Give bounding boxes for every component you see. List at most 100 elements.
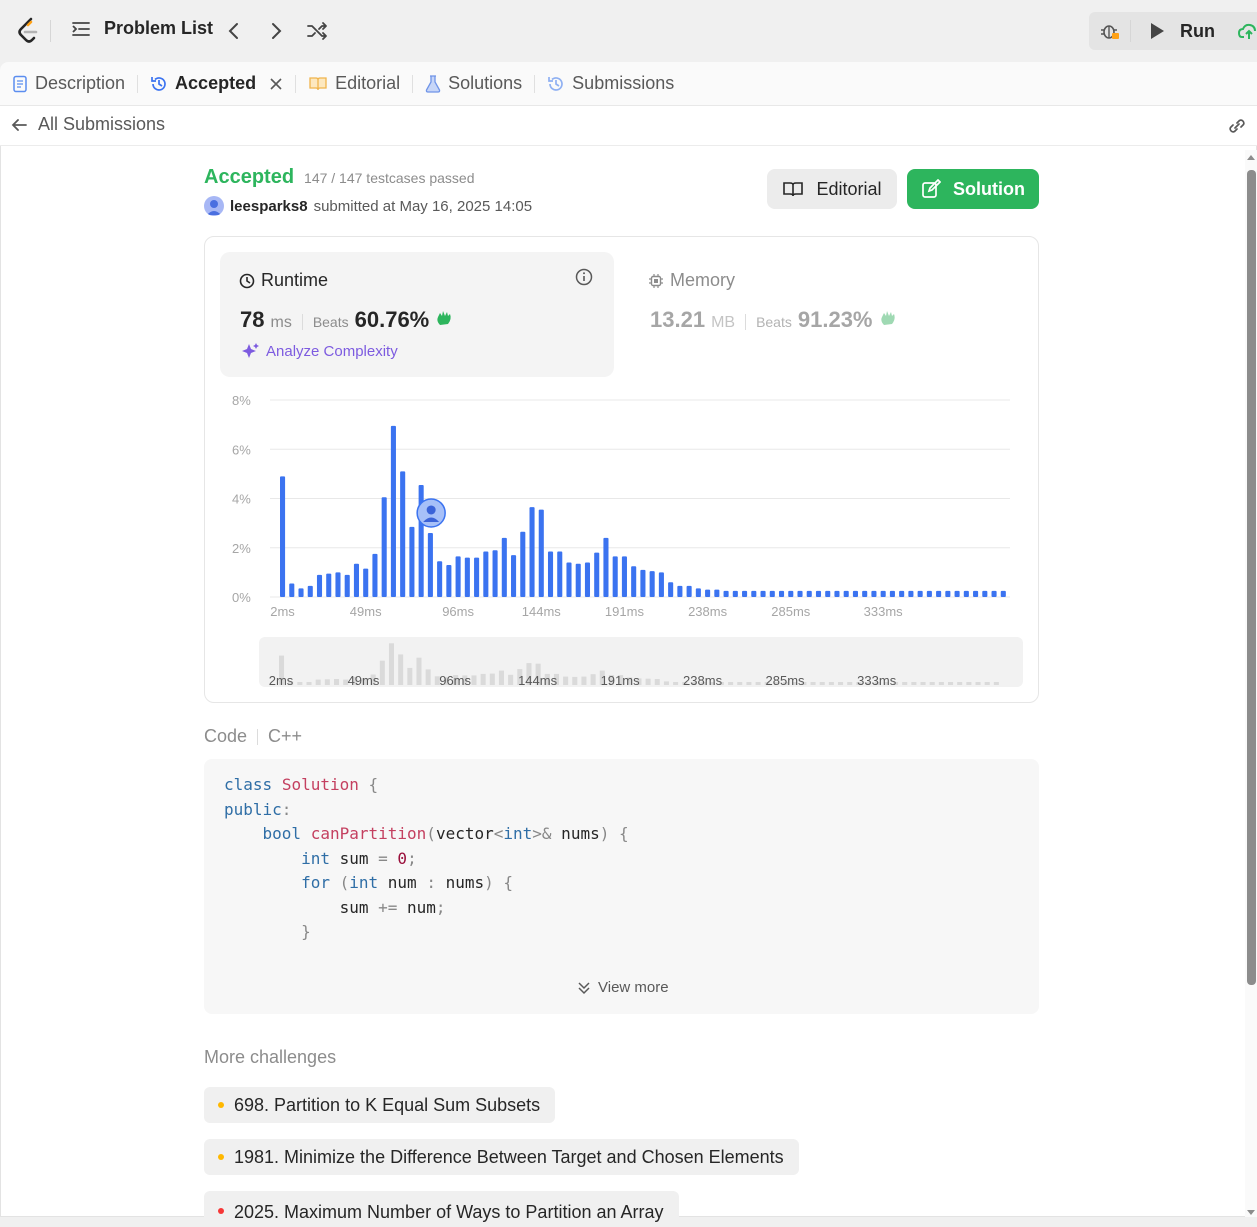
chart-bar[interactable] xyxy=(843,590,849,597)
chart-bar[interactable] xyxy=(677,585,683,597)
chart-bar[interactable] xyxy=(307,585,313,597)
chart-bar[interactable] xyxy=(963,590,969,597)
chart-bar[interactable] xyxy=(353,563,360,597)
chart-bar[interactable] xyxy=(612,556,618,597)
chart-bar[interactable] xyxy=(520,531,526,597)
solution-button[interactable]: Solution xyxy=(907,169,1039,209)
leetcode-logo-icon[interactable] xyxy=(14,16,42,46)
chart-bar[interactable] xyxy=(834,590,840,597)
chart-bar[interactable] xyxy=(483,551,489,597)
chart-bar[interactable] xyxy=(705,589,711,597)
chart-bar[interactable] xyxy=(538,509,544,597)
chart-bar[interactable] xyxy=(788,590,794,597)
chart-bar[interactable] xyxy=(594,552,600,597)
chart-bar[interactable] xyxy=(751,590,757,597)
chevron-right-icon[interactable] xyxy=(265,20,287,42)
challenge-item[interactable]: 698. Partition to K Equal Sum Subsets xyxy=(204,1087,556,1123)
all-submissions-back-link[interactable]: All Submissions xyxy=(10,114,165,135)
info-icon[interactable] xyxy=(575,268,593,286)
chart-bar[interactable] xyxy=(880,590,886,597)
chart-bar[interactable] xyxy=(409,526,415,597)
chart-bar[interactable] xyxy=(852,590,858,597)
runtime-distribution-chart[interactable]: 0% 2% 4% 6% 8% 2ms 49ms 96ms 144ms 191ms 238ms 285m… xyxy=(220,385,1030,625)
chart-bar[interactable] xyxy=(372,553,378,597)
chart-bar[interactable] xyxy=(390,425,396,597)
view-more-button[interactable]: View more xyxy=(576,979,669,996)
editorial-button[interactable]: Editorial xyxy=(767,169,897,209)
chart-bar[interactable] xyxy=(695,588,701,597)
memory-header[interactable]: Memory xyxy=(648,270,735,291)
chart-bar[interactable] xyxy=(575,563,581,597)
chart-bar[interactable] xyxy=(326,573,332,597)
chart-bar[interactable] xyxy=(511,555,517,597)
chart-bar[interactable] xyxy=(464,557,470,597)
tab-accepted[interactable]: Accepted xyxy=(138,62,295,106)
scroll-down-arrow-icon[interactable] xyxy=(1246,1209,1256,1217)
tab-solutions[interactable]: Solutions xyxy=(413,62,534,106)
chart-bar[interactable] xyxy=(474,557,480,597)
chart-bar[interactable] xyxy=(769,590,775,597)
chart-bar[interactable] xyxy=(529,507,535,597)
link-icon[interactable] xyxy=(1226,116,1248,136)
chart-bar[interactable] xyxy=(723,590,729,597)
submit-cloud-icon[interactable] xyxy=(1238,21,1257,43)
chart-range-navigator[interactable]: 2ms 49ms 96ms 144ms 191ms 238ms 285ms 333ms xyxy=(259,637,1023,687)
chart-bar[interactable] xyxy=(982,590,988,597)
debug-bug-icon[interactable] xyxy=(1099,20,1121,42)
chart-bar[interactable] xyxy=(289,583,295,597)
chart-bar[interactable] xyxy=(742,590,748,597)
mini-chart[interactable]: 2ms 49ms 96ms 144ms 191ms 238ms 285ms 333ms xyxy=(259,637,1023,687)
chart-bar[interactable] xyxy=(806,590,812,597)
scrollbar-thumb[interactable] xyxy=(1247,170,1256,985)
chart-bar[interactable] xyxy=(1000,590,1006,597)
challenge-item[interactable]: 2025. Maximum Number of Ways to Partitio… xyxy=(204,1191,679,1227)
chart-bar[interactable] xyxy=(603,537,609,597)
username[interactable]: leesparks8 xyxy=(230,198,308,215)
chart-bar[interactable] xyxy=(344,574,350,597)
chart-bar[interactable] xyxy=(815,590,822,597)
chart-bar[interactable] xyxy=(778,590,785,597)
chart-bar[interactable] xyxy=(298,588,304,597)
chart-bar[interactable] xyxy=(686,585,692,597)
chart-bar[interactable] xyxy=(280,476,286,597)
chart-bar[interactable] xyxy=(492,550,498,597)
chart-bar[interactable] xyxy=(871,590,877,597)
chart-bar[interactable] xyxy=(668,582,674,597)
code-viewer[interactable]: class Solution { public: bool canPartiti… xyxy=(204,759,1039,1014)
scroll-up-arrow-icon[interactable] xyxy=(1246,153,1256,161)
chart-bar[interactable] xyxy=(640,569,646,597)
chart-bar[interactable] xyxy=(455,556,461,597)
chart-bar[interactable] xyxy=(889,590,895,597)
chart-bar[interactable] xyxy=(760,590,766,597)
chart-bar[interactable] xyxy=(557,551,563,597)
chart-bar[interactable] xyxy=(335,572,341,597)
chart-bar[interactable] xyxy=(427,532,433,597)
chart-bar[interactable] xyxy=(400,471,406,597)
chart-bar[interactable] xyxy=(584,562,591,597)
chart-bar[interactable] xyxy=(316,574,323,597)
analyze-complexity-link[interactable]: Analyze Complexity xyxy=(240,342,398,360)
chevron-left-icon[interactable] xyxy=(223,20,245,42)
chart-bar[interactable] xyxy=(825,590,831,597)
chart-bar[interactable] xyxy=(954,590,960,597)
chart-bar[interactable] xyxy=(797,590,803,597)
chart-bar[interactable] xyxy=(926,590,932,597)
tab-description[interactable]: Description xyxy=(0,62,137,106)
challenge-item[interactable]: 1981. Minimize the Difference Between Ta… xyxy=(204,1139,799,1175)
chart-bar[interactable] xyxy=(862,590,868,597)
chart-bar[interactable] xyxy=(658,572,664,597)
run-button[interactable]: Run xyxy=(1140,12,1215,50)
chart-bar[interactable] xyxy=(547,551,554,597)
chart-bar[interactable] xyxy=(714,589,720,597)
avatar[interactable] xyxy=(204,196,224,216)
chart-bar[interactable] xyxy=(381,497,387,597)
problem-list-button[interactable]: Problem List xyxy=(70,18,213,39)
chart-bar[interactable] xyxy=(446,564,452,597)
chart-bar[interactable] xyxy=(501,537,507,597)
chart-bar[interactable] xyxy=(732,590,738,597)
chart-bar[interactable] xyxy=(363,568,369,597)
chart-bar[interactable] xyxy=(621,556,627,597)
chart-bar[interactable] xyxy=(917,590,923,597)
chart-bar[interactable] xyxy=(936,590,942,597)
shuffle-icon[interactable] xyxy=(306,20,328,42)
